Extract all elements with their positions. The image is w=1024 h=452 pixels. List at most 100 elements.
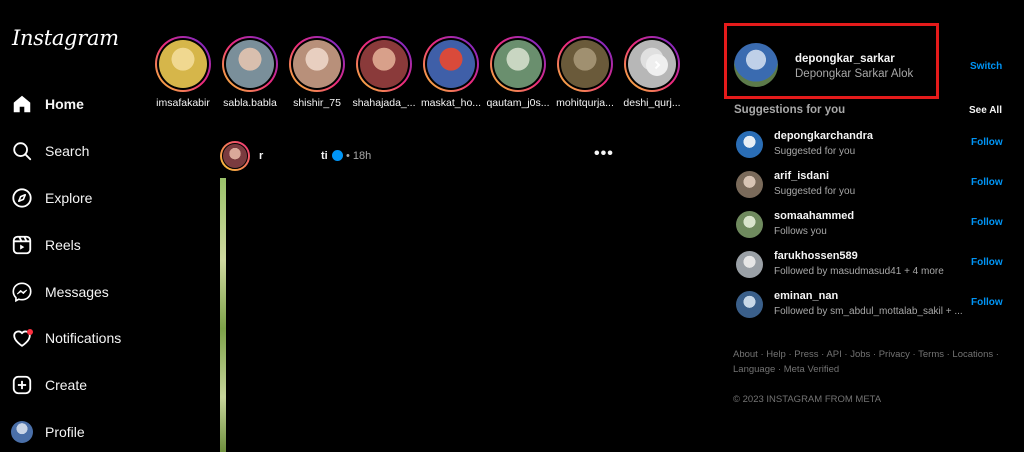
nav-profile[interactable]: Profile: [10, 418, 85, 446]
story-ring: [222, 36, 278, 92]
story-ring: [490, 36, 546, 92]
story-username: sabla.babla: [223, 97, 277, 109]
verified-badge-icon: [332, 150, 343, 161]
nav-explore[interactable]: Explore: [10, 184, 92, 212]
avatar: [11, 421, 33, 443]
story-ring: [423, 36, 479, 92]
story-ring: [155, 36, 211, 92]
messenger-icon: [10, 280, 34, 304]
story-item[interactable]: sabla.babla: [217, 36, 283, 109]
follow-button[interactable]: Follow: [971, 257, 1003, 268]
nav-label: Messages: [45, 284, 109, 300]
nav-label: Reels: [45, 237, 81, 253]
suggestion-reason: Suggested for you: [774, 146, 856, 157]
story-item[interactable]: qautam_j0s...: [485, 36, 551, 109]
suggestion-username[interactable]: eminan_nan: [774, 290, 838, 302]
suggestion-username[interactable]: depongkarchandra: [774, 130, 873, 142]
suggestion-row: somaahammed Follows you Follow: [736, 208, 1006, 240]
nav-label: Explore: [45, 190, 93, 206]
switch-account-button[interactable]: Switch: [970, 61, 1002, 72]
nav-create[interactable]: Create: [10, 371, 87, 399]
story-avatar: [293, 40, 341, 88]
story-avatar: [159, 40, 207, 88]
story-item[interactable]: mohitqurja...: [552, 36, 618, 109]
story-item[interactable]: shahajada_...: [351, 36, 417, 109]
story-username: shahajada_...: [352, 97, 416, 109]
story-ring: [289, 36, 345, 92]
nav-label: Create: [45, 377, 88, 393]
instagram-logo[interactable]: Instagram: [12, 26, 119, 50]
avatar[interactable]: [736, 131, 763, 158]
follow-button[interactable]: Follow: [971, 217, 1003, 228]
current-username[interactable]: depongkar_sarkar: [795, 53, 895, 65]
post-timestamp: • 18h: [346, 150, 372, 162]
heart-icon: [10, 326, 34, 350]
story-ring: [356, 36, 412, 92]
suggestion-reason: Followed by masudmasud41 + 4 more: [774, 266, 944, 277]
suggestion-username[interactable]: somaahammed: [774, 210, 854, 222]
nav-label: Notifications: [45, 330, 122, 346]
nav-search[interactable]: Search: [10, 137, 89, 165]
suggestion-row: arif_isdani Suggested for you Follow: [736, 168, 1006, 200]
suggestion-reason: Followed by sm_abdul_mottalab_sakil + ..…: [774, 306, 963, 317]
story-item[interactable]: maskat_ho...: [418, 36, 484, 109]
suggestion-username[interactable]: arif_isdani: [774, 170, 829, 182]
suggestions-title: Suggestions for you: [734, 104, 846, 116]
compass-icon: [10, 186, 34, 210]
reels-icon: [10, 233, 34, 257]
avatar[interactable]: [736, 291, 763, 318]
post-header: r ti • 18h •••: [220, 141, 620, 171]
story-avatar: [226, 40, 274, 88]
story-item[interactable]: imsafakabir: [150, 36, 216, 109]
suggestion-reason: Suggested for you: [774, 186, 856, 197]
nav-home[interactable]: Home: [10, 90, 84, 118]
sidebar: Instagram Home Search Explore Reels Mess…: [0, 0, 140, 452]
post-media[interactable]: [220, 178, 226, 452]
story-item[interactable]: shishir_75: [284, 36, 350, 109]
avatar[interactable]: [736, 171, 763, 198]
search-icon: [10, 139, 34, 163]
story-avatar: [494, 40, 542, 88]
chevron-right-icon: [654, 60, 661, 70]
post-avatar[interactable]: [220, 141, 250, 171]
story-username: shishir_75: [293, 97, 341, 109]
stories-next-button[interactable]: [646, 54, 668, 76]
nav-reels[interactable]: Reels: [10, 231, 81, 259]
more-options-icon[interactable]: •••: [594, 145, 614, 163]
story-username: deshi_qurj...: [623, 97, 681, 109]
story-avatar: [360, 40, 408, 88]
footer-links[interactable]: About · Help · Press · API · Jobs · Priv…: [733, 347, 1003, 377]
stories-tray: imsafakabir sabla.babla shishir_75 shaha…: [150, 36, 681, 116]
current-user-avatar[interactable]: [734, 43, 778, 87]
follow-button[interactable]: Follow: [971, 297, 1003, 308]
avatar[interactable]: [736, 251, 763, 278]
see-all-link[interactable]: See All: [969, 105, 1002, 116]
suggestion-reason: Follows you: [774, 226, 827, 237]
story-avatar: [427, 40, 475, 88]
current-fullname: Depongkar Sarkar Alok: [795, 68, 914, 80]
post-username[interactable]: r: [259, 150, 263, 162]
follow-button[interactable]: Follow: [971, 177, 1003, 188]
plus-square-icon: [10, 373, 34, 397]
nav-label: Search: [45, 143, 90, 159]
nav-notifications[interactable]: Notifications: [10, 324, 121, 352]
suggestion-username[interactable]: farukhossen589: [774, 250, 858, 262]
suggestion-row: depongkarchandra Suggested for you Follo…: [736, 128, 1006, 160]
nav-messages[interactable]: Messages: [10, 278, 109, 306]
story-ring: [557, 36, 613, 92]
avatar[interactable]: [736, 211, 763, 238]
story-username: maskat_ho...: [420, 97, 482, 109]
story-username: qautam_j0s...: [486, 97, 550, 109]
follow-button[interactable]: Follow: [971, 137, 1003, 148]
suggestion-row: farukhossen589 Followed by masudmasud41 …: [736, 248, 1006, 280]
home-icon: [10, 92, 34, 116]
story-avatar: [561, 40, 609, 88]
copyright: © 2023 INSTAGRAM FROM META: [733, 394, 882, 405]
suggestion-row: eminan_nan Followed by sm_abdul_mottalab…: [736, 288, 1006, 320]
nav-label: Home: [45, 96, 84, 112]
notification-dot: [27, 329, 33, 335]
post-username-2[interactable]: ti: [321, 150, 328, 162]
story-username: mohitqurja...: [556, 97, 614, 109]
nav-label: Profile: [45, 424, 85, 440]
profile-icon-wrap: [10, 420, 34, 444]
